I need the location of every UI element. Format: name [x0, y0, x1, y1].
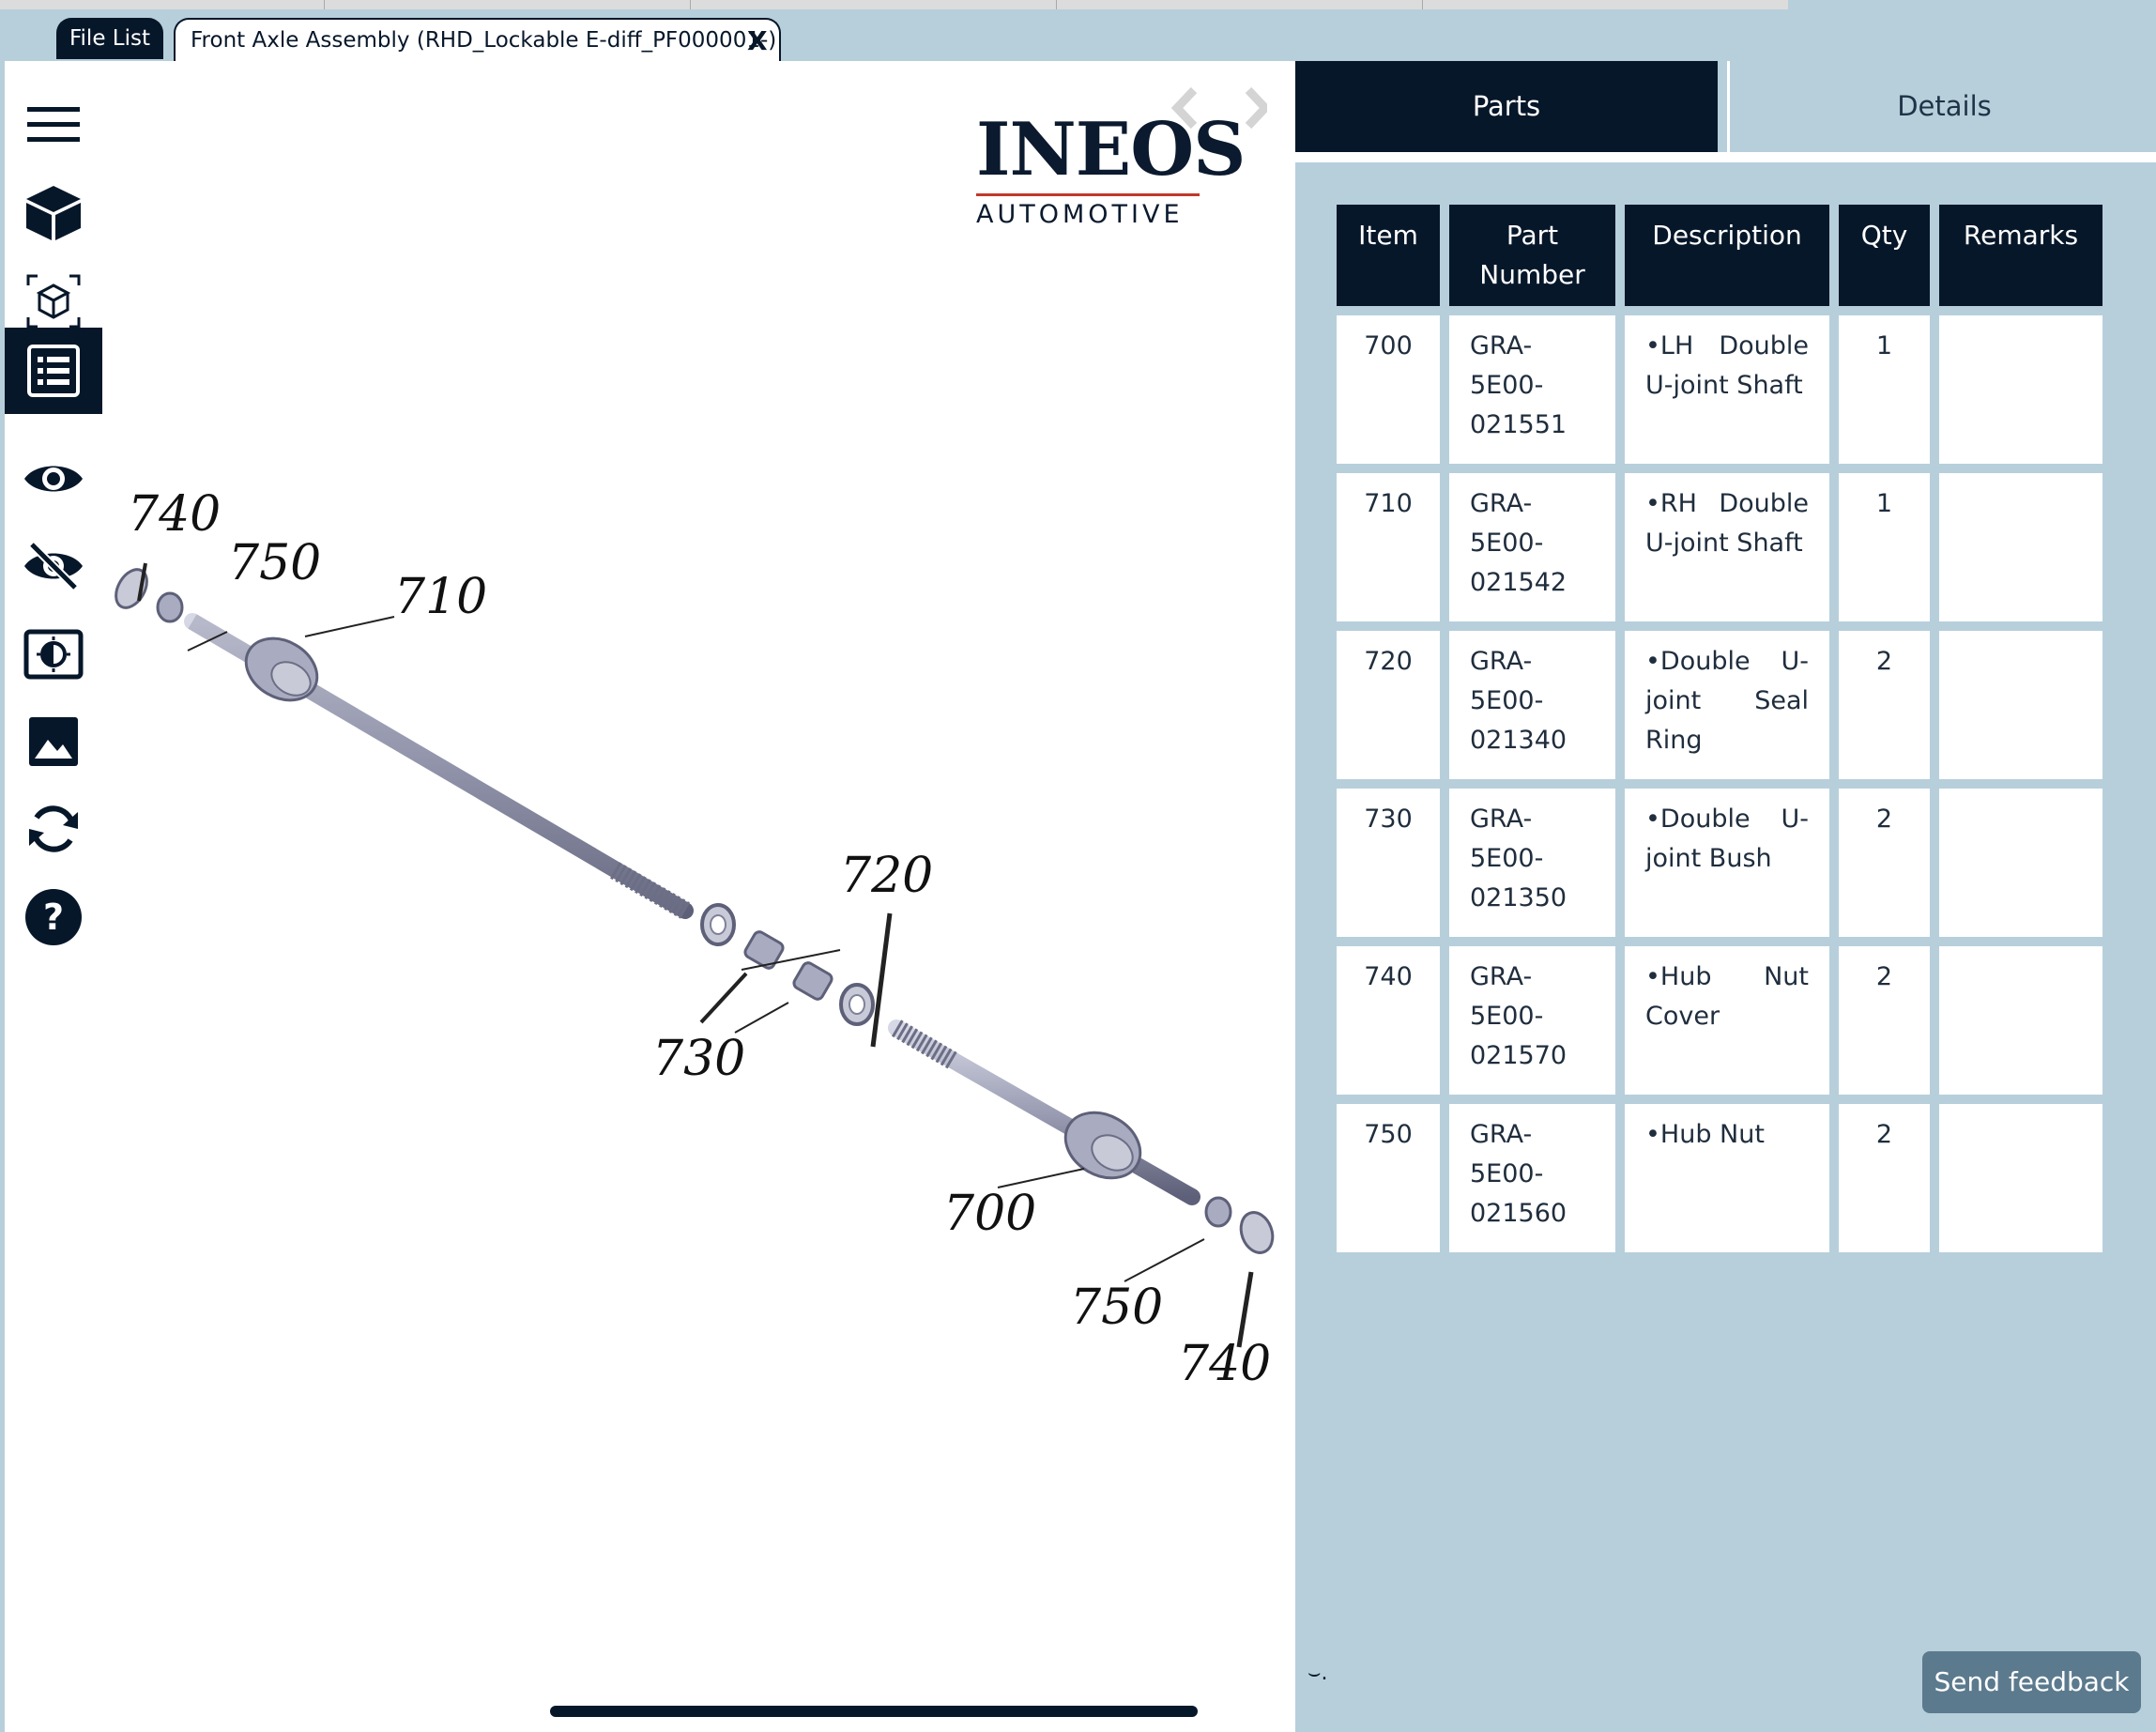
cursor-mark: ⌣.: [1307, 1662, 1328, 1685]
table-row[interactable]: 750 GRA-5E00-021560 •Hub Nut 2: [1337, 1104, 2102, 1252]
tab-parts[interactable]: Parts: [1295, 61, 1718, 152]
svg-text:?: ?: [43, 897, 64, 938]
reset-button[interactable]: [5, 786, 102, 872]
tab-details[interactable]: Details: [1727, 61, 2156, 152]
cell-part-number: GRA-5E00-021560: [1449, 1104, 1615, 1252]
cell-remarks: [1939, 631, 2102, 779]
cell-item: 720: [1337, 631, 1440, 779]
logo-subtitle: AUTOMOTIVE: [976, 200, 1184, 229]
callout-740-upper: 740: [128, 486, 221, 543]
header-description[interactable]: Description: [1625, 205, 1829, 306]
cell-description: •LH Double U-joint Shaft: [1625, 315, 1829, 464]
hide-button[interactable]: [5, 523, 102, 609]
table-row[interactable]: 720 GRA-5E00-021340 •Double U-joint Seal R…: [1337, 631, 2102, 779]
shaft-710: [184, 613, 694, 919]
cell-qty: 2: [1839, 1104, 1930, 1252]
cell-item: 700: [1337, 315, 1440, 464]
cell-part-number: GRA-5E00-021570: [1449, 946, 1615, 1095]
show-button[interactable]: [5, 436, 102, 522]
exploded-view-drawing: 740 750 710 720 730 700 750 740: [115, 486, 1275, 1392]
cell-remarks: [1939, 789, 2102, 937]
send-feedback-button[interactable]: Send feedback: [1922, 1651, 2141, 1713]
table-row[interactable]: 710 GRA-5E00-021542 •RH Double U-joint Sha…: [1337, 473, 2102, 621]
callout-710: 710: [394, 569, 487, 625]
parts-list-icon: [27, 345, 80, 397]
window-top-strip: [0, 0, 1788, 9]
menu-button[interactable]: [5, 81, 102, 167]
hub-nut-cover-upper: [115, 568, 148, 609]
cell-qty: 2: [1839, 631, 1930, 779]
refresh-icon: [29, 805, 78, 852]
cell-qty: 2: [1839, 946, 1930, 1095]
ineos-automotive-logo: INEOS AUTOMOTIVE: [976, 107, 1246, 229]
header-part-number[interactable]: Part Number: [1449, 205, 1615, 306]
chevron-right-icon[interactable]: [1245, 86, 1272, 130]
eye-off-icon: [24, 541, 83, 591]
callout-700: 700: [943, 1186, 1036, 1242]
cell-part-number: GRA-5E00-021542: [1449, 473, 1615, 621]
hub-nut-cover-lower: [1239, 1211, 1275, 1254]
cell-qty: 2: [1839, 789, 1930, 937]
hub-nut-upper: [156, 591, 184, 623]
callout-740-lower: 740: [1178, 1336, 1271, 1392]
header-qty[interactable]: Qty: [1839, 205, 1930, 306]
cell-remarks: [1939, 315, 2102, 464]
cell-part-number: GRA-5E00-021350: [1449, 789, 1615, 937]
parts-list-button[interactable]: [5, 328, 102, 414]
menu-icon: [27, 107, 80, 142]
cell-item: 730: [1337, 789, 1440, 937]
cell-qty: 1: [1839, 473, 1930, 621]
cell-item: 740: [1337, 946, 1440, 1095]
contrast-icon: [23, 629, 84, 680]
cell-item: 710: [1337, 473, 1440, 621]
tab-document[interactable]: Front Axle Assembly (RHD_Lockable E-diff…: [174, 18, 781, 62]
header-remarks[interactable]: Remarks: [1939, 205, 2102, 306]
header-item[interactable]: Item: [1337, 205, 1440, 306]
parts-table: Item Part Number Description Qty Remarks…: [1327, 195, 2112, 1262]
cell-part-number: GRA-5E00-021340: [1449, 631, 1615, 779]
tab-file-list[interactable]: File List: [56, 18, 163, 59]
tab-document-label: Front Axle Assembly (RHD_Lockable E-diff…: [191, 28, 777, 53]
cell-item: 750: [1337, 1104, 1440, 1252]
cell-description: •Hub Nut: [1625, 1104, 1829, 1252]
shaft-700: [888, 1019, 1200, 1205]
image-icon: [29, 717, 78, 766]
home-indicator: [550, 1706, 1198, 1717]
logo-divider: [976, 193, 1200, 196]
callout-730: 730: [652, 1031, 745, 1087]
table-row[interactable]: 740 GRA-5E00-021570 •Hub Nut Cover 2: [1337, 946, 2102, 1095]
cell-description: •Hub Nut Cover: [1625, 946, 1829, 1095]
table-header-row: Item Part Number Description Qty Remarks: [1337, 205, 2102, 306]
hub-nut-lower: [1204, 1196, 1232, 1228]
cell-remarks: [1939, 946, 2102, 1095]
table-row[interactable]: 700 GRA-5E00-021551 •LH Double U-joint Sha…: [1337, 315, 2102, 464]
tab-divider: [1295, 152, 2156, 162]
rings-720-730: [700, 903, 875, 1026]
cell-remarks: [1939, 1104, 2102, 1252]
callout-750-upper: 750: [228, 535, 321, 591]
cube-frame-icon: [26, 274, 81, 329]
help-icon: ?: [25, 889, 82, 945]
eye-icon: [24, 466, 83, 492]
callout-750-lower: 750: [1070, 1280, 1163, 1336]
cell-part-number: GRA-5E00-021551: [1449, 315, 1615, 464]
logo-wordmark: INEOS: [976, 107, 1246, 192]
callout-720: 720: [840, 848, 933, 904]
table-row[interactable]: 730 GRA-5E00-021350 •Double U-joint Bush 2: [1337, 789, 2102, 937]
cell-description: •RH Double U-joint Shaft: [1625, 473, 1829, 621]
close-tab-button[interactable]: X: [747, 24, 768, 58]
cube-icon: [26, 186, 81, 240]
help-button[interactable]: ?: [5, 874, 102, 960]
cell-description: •Double U-joint Bush: [1625, 789, 1829, 937]
3d-view-button[interactable]: [5, 170, 102, 256]
cell-remarks: [1939, 473, 2102, 621]
cell-description: •Double U-joint Seal Ring: [1625, 631, 1829, 779]
contrast-button[interactable]: [5, 611, 102, 697]
snapshot-button[interactable]: [5, 698, 102, 785]
cell-qty: 1: [1839, 315, 1930, 464]
